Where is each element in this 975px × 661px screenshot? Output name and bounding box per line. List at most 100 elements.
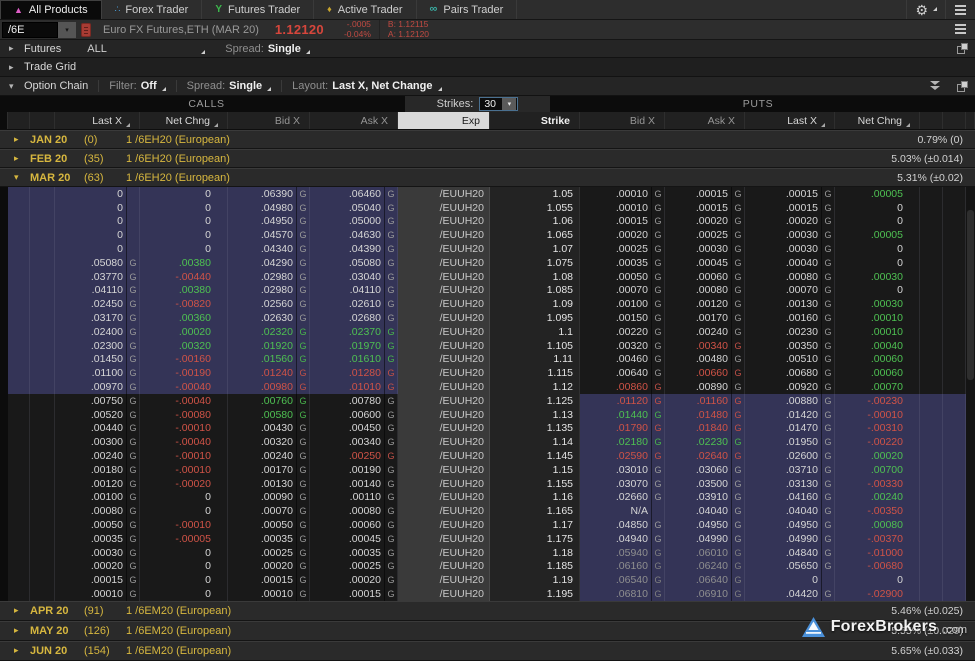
call-last-cell[interactable]: .03170G (55, 311, 140, 325)
put-ask-cell[interactable]: .00890G (665, 380, 745, 394)
call-ask-cell[interactable]: .00060G (310, 518, 398, 532)
call-ask-cell[interactable]: .00035G (310, 546, 398, 560)
call-netchng-cell[interactable]: -.00820 (140, 297, 228, 311)
settings-button[interactable]: ⚙ (906, 0, 945, 19)
call-bid-cell[interactable]: .00090G (228, 491, 310, 505)
call-ask-cell[interactable]: .04110G (310, 284, 398, 298)
put-netchng-cell[interactable]: .00240 (835, 491, 920, 505)
put-last-cell[interactable]: .00015G (745, 187, 835, 201)
collapse-arrow-icon[interactable]: ▾ (9, 81, 17, 92)
call-ask-cell[interactable]: .00340G (310, 435, 398, 449)
put-netchng-cell[interactable]: .00030 (835, 297, 920, 311)
put-last-cell[interactable]: .03130G (745, 477, 835, 491)
put-last-cell[interactable]: .04950G (745, 518, 835, 532)
call-bid-cell[interactable]: .04290G (228, 256, 310, 270)
window-menu-button[interactable] (945, 0, 975, 19)
put-bid-cell[interactable]: N/A (580, 504, 665, 518)
calls-last-header[interactable]: Last X (55, 112, 140, 129)
put-netchng-cell[interactable]: -.00330 (835, 477, 920, 491)
put-ask-cell[interactable]: .04040G (665, 504, 745, 518)
put-bid-cell[interactable]: .02590G (580, 449, 665, 463)
put-bid-cell[interactable]: .00010G (580, 201, 665, 215)
put-netchng-cell[interactable]: 0 (835, 256, 920, 270)
put-last-cell[interactable]: .04420G (745, 587, 835, 601)
tab-pairs-trader[interactable]: ∞ Pairs Trader (417, 0, 518, 19)
call-netchng-cell[interactable]: 0 (140, 215, 228, 229)
call-last-cell[interactable]: .00180G (55, 463, 140, 477)
put-ask-cell[interactable]: .00030G (665, 242, 745, 256)
call-ask-cell[interactable]: .01010G (310, 380, 398, 394)
put-bid-cell[interactable]: .00220G (580, 325, 665, 339)
call-bid-cell[interactable]: .00130G (228, 477, 310, 491)
put-ask-cell[interactable]: .00080G (665, 284, 745, 298)
call-ask-cell[interactable]: .00110G (310, 491, 398, 505)
call-bid-cell[interactable]: .00015G (228, 573, 310, 587)
put-ask-cell[interactable]: .06010G (665, 546, 745, 560)
put-last-cell[interactable]: .01950G (745, 435, 835, 449)
call-netchng-cell[interactable]: 0 (140, 560, 228, 574)
call-last-cell[interactable]: .00100G (55, 491, 140, 505)
call-last-cell[interactable]: .00440G (55, 422, 140, 436)
call-netchng-cell[interactable]: -.00190 (140, 366, 228, 380)
put-netchng-cell[interactable]: -.00310 (835, 422, 920, 436)
put-last-cell[interactable]: .04840G (745, 546, 835, 560)
call-netchng-cell[interactable]: -.00010 (140, 463, 228, 477)
put-last-cell[interactable]: .00080G (745, 270, 835, 284)
call-netchng-cell[interactable]: -.00010 (140, 449, 228, 463)
call-last-cell[interactable]: .03770G (55, 270, 140, 284)
call-netchng-cell[interactable]: -.00080 (140, 408, 228, 422)
put-bid-cell[interactable]: .06810G (580, 587, 665, 601)
put-netchng-cell[interactable]: 0 (835, 215, 920, 229)
call-bid-cell[interactable]: .02980G (228, 284, 310, 298)
put-last-cell[interactable]: .00350G (745, 339, 835, 353)
put-last-cell[interactable]: .03710G (745, 463, 835, 477)
tab-all-products[interactable]: ▲ All Products (0, 0, 102, 19)
put-last-cell[interactable]: .00230G (745, 325, 835, 339)
call-bid-cell[interactable]: .00430G (228, 422, 310, 436)
detach-window-icon[interactable] (957, 43, 968, 54)
put-last-cell[interactable]: .01470G (745, 422, 835, 436)
expiration-group-feb20[interactable]: ▸ FEB 20 (35) 1 /6EH20 (European) 5.03% … (0, 149, 975, 168)
puts-netchng-header[interactable]: Net Chng (835, 112, 920, 129)
call-last-cell[interactable]: .02300G (55, 339, 140, 353)
put-last-cell[interactable]: 0 (745, 573, 835, 587)
put-last-cell[interactable]: .04160G (745, 491, 835, 505)
put-netchng-cell[interactable]: 0 (835, 201, 920, 215)
call-netchng-cell[interactable]: -.00005 (140, 532, 228, 546)
call-netchng-cell[interactable]: 0 (140, 491, 228, 505)
put-bid-cell[interactable]: .03070G (580, 477, 665, 491)
call-bid-cell[interactable]: .00170G (228, 463, 310, 477)
tab-active-trader[interactable]: ♦ Active Trader (314, 0, 416, 19)
expiration-group-jun20[interactable]: ▸ JUN 20 (154) 1 /6EM20 (European) 5.65%… (0, 641, 975, 661)
put-ask-cell[interactable]: .00120G (665, 297, 745, 311)
put-netchng-cell[interactable]: .00020 (835, 449, 920, 463)
exp-header[interactable]: Exp (398, 112, 490, 129)
put-netchng-cell[interactable]: .00010 (835, 311, 920, 325)
put-last-cell[interactable]: .04990G (745, 532, 835, 546)
call-bid-cell[interactable]: .00050G (228, 518, 310, 532)
call-netchng-cell[interactable]: 0 (140, 573, 228, 587)
detach-window-icon[interactable] (957, 81, 968, 92)
expand-arrow-icon[interactable]: ▸ (9, 62, 17, 73)
call-bid-cell[interactable]: .02980G (228, 270, 310, 284)
call-last-cell[interactable]: 0 (55, 215, 140, 229)
put-ask-cell[interactable]: .02640G (665, 449, 745, 463)
put-ask-cell[interactable]: .01480G (665, 408, 745, 422)
put-netchng-cell[interactable]: -.00230 (835, 394, 920, 408)
call-bid-cell[interactable]: .01560G (228, 353, 310, 367)
put-last-cell[interactable]: .00015G (745, 201, 835, 215)
call-last-cell[interactable]: .00120G (55, 477, 140, 491)
call-ask-cell[interactable]: .00020G (310, 573, 398, 587)
put-netchng-cell[interactable]: .00005 (835, 187, 920, 201)
call-ask-cell[interactable]: .04630G (310, 228, 398, 242)
trade-grid-label[interactable]: Trade Grid (24, 61, 76, 73)
put-netchng-cell[interactable]: .00060 (835, 366, 920, 380)
call-last-cell[interactable]: .00010G (55, 587, 140, 601)
put-bid-cell[interactable]: .00640G (580, 366, 665, 380)
put-ask-cell[interactable]: .06910G (665, 587, 745, 601)
call-ask-cell[interactable]: .05000G (310, 215, 398, 229)
call-bid-cell[interactable]: .04950G (228, 215, 310, 229)
put-last-cell[interactable]: .00030G (745, 228, 835, 242)
call-last-cell[interactable]: .01100G (55, 366, 140, 380)
put-last-cell[interactable]: .01420G (745, 408, 835, 422)
